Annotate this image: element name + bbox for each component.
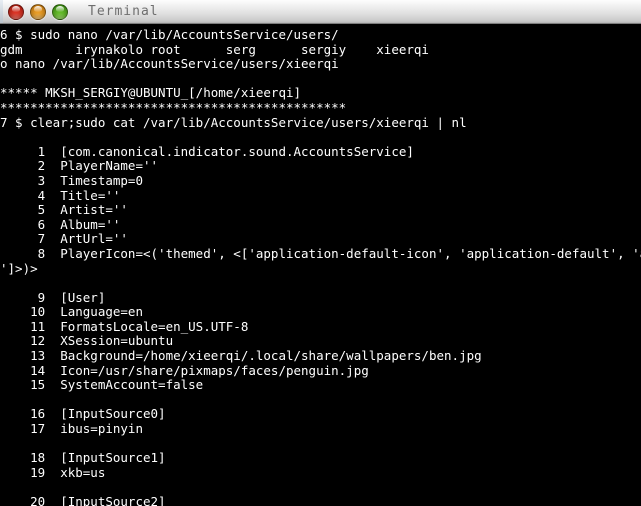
terminal-line: 20 [InputSource2] — [0, 495, 166, 506]
minimize-button[interactable] — [30, 3, 46, 20]
titlebar-left-edge — [0, 0, 3, 23]
terminal-line: 7 ArtUrl='' — [0, 232, 128, 247]
terminal-line: 14 Icon=/usr/share/pixmaps/faces/penguin… — [0, 363, 369, 378]
terminal-line: 16 [InputSource0] — [0, 407, 166, 422]
terminal-line: 18 [InputSource1] — [0, 451, 166, 466]
terminal-line: 7 $ clear;sudo cat /var/lib/AccountsServ… — [0, 115, 467, 130]
terminal-window: Terminal 6 $ sudo nano /var/lib/Accounts… — [0, 0, 641, 506]
terminal-line: 10 Language=en — [0, 305, 143, 320]
terminal-line: 4 Title='' — [0, 188, 121, 203]
terminal-line: 3 Timestamp=0 — [0, 173, 143, 188]
window-controls — [8, 3, 68, 20]
terminal-line: 5 Artist='' — [0, 203, 128, 218]
terminal-line: 1 [com.canonical.indicator.sound.Account… — [0, 144, 414, 159]
terminal-line: gdm irynakolo root serg sergiy xieerqi — [0, 42, 429, 57]
terminal-line: 9 [User] — [0, 290, 106, 305]
window-title: Terminal — [88, 4, 159, 19]
terminal-line: 6 Album='' — [0, 217, 121, 232]
terminal-output[interactable]: 6 $ sudo nano /var/lib/AccountsService/u… — [0, 24, 641, 506]
terminal-line: 6 $ sudo nano /var/lib/AccountsService/u… — [0, 28, 339, 42]
maximize-button[interactable] — [52, 3, 68, 20]
window-titlebar[interactable]: Terminal — [0, 0, 641, 24]
terminal-line: 11 FormatsLocale=en_US.UTF-8 — [0, 319, 249, 334]
terminal-line: ***** MKSH_SERGIY@UBUNTU_[/home/xieerqi] — [0, 86, 302, 101]
terminal-line: o nano /var/lib/AccountsService/users/xi… — [0, 57, 339, 72]
terminal-line: 19 xkb=us — [0, 465, 106, 480]
terminal-line: 17 ibus=pinyin — [0, 422, 143, 437]
terminal-line: ****************************************… — [0, 100, 347, 115]
terminal-line: 8 PlayerIcon=<('themed', <['application-… — [0, 246, 641, 261]
terminal-line: ']>)> — [0, 261, 38, 276]
close-button[interactable] — [8, 3, 24, 20]
terminal-line: 2 PlayerName='' — [0, 159, 159, 174]
terminal-line: 12 XSession=ubuntu — [0, 334, 174, 349]
terminal-line: 13 Background=/home/xieerqi/.local/share… — [0, 349, 482, 364]
terminal-line: 15 SystemAccount=false — [0, 378, 204, 393]
